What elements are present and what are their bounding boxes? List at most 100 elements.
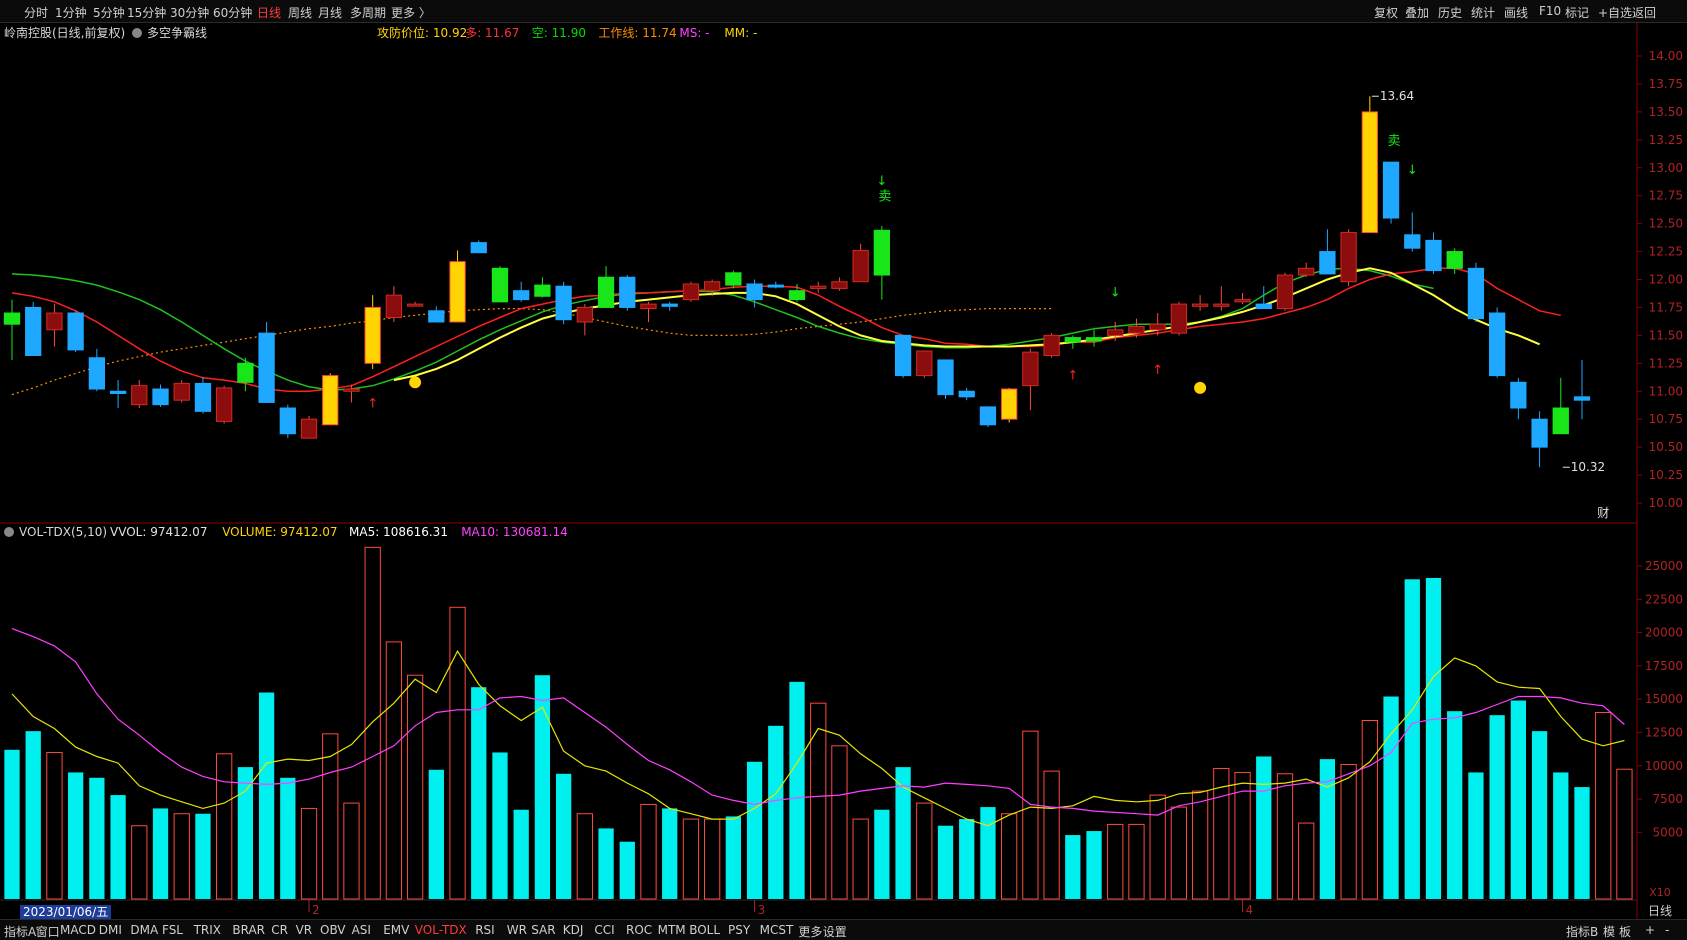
candle-body (873, 229, 891, 276)
candle-body (1276, 274, 1294, 310)
volume-bar-down (1510, 700, 1526, 899)
candle-body (1191, 303, 1209, 307)
volume-bar-up (1595, 712, 1612, 900)
volume-bar-down (746, 761, 763, 899)
candle-body (703, 281, 721, 292)
indicator-tab[interactable]: TRIX (194, 923, 221, 937)
volume-bar-down (4, 749, 20, 899)
indicator-tab[interactable]: PSY (728, 923, 750, 937)
candle-body (152, 388, 169, 406)
candle-body (1552, 407, 1569, 435)
candle-body (619, 276, 636, 308)
indicator-tab[interactable]: RSI (475, 923, 495, 937)
candle-body (1340, 232, 1357, 283)
volume-tick-label: 22500 (1645, 592, 1683, 606)
candle-body (1446, 251, 1463, 269)
volume-bar-down (237, 767, 254, 899)
vol-indicator-value: VOLUME: 97412.07 (222, 525, 337, 539)
candle-body (1107, 329, 1124, 336)
indicator-tab[interactable]: CCI (594, 923, 614, 937)
candle-body (1467, 267, 1485, 320)
indicator-tab[interactable]: VR (296, 923, 313, 937)
price-tick-label: 11.50 (1649, 328, 1683, 342)
candle-body (894, 334, 912, 377)
vol-indicator-name: VOL-TDX(5,10) (19, 525, 107, 539)
candle-body (1425, 239, 1442, 272)
volume-bar-down (725, 816, 741, 899)
vol-indicator-value: VVOL: 97412.07 (110, 525, 207, 539)
up-arrow-icon: ↑ (367, 396, 378, 411)
up-arrow-icon: ↑ (1067, 368, 1078, 383)
indicator-tab[interactable]: MCST (760, 923, 794, 937)
candle-body (1531, 418, 1548, 448)
volume-bar-up (173, 813, 190, 900)
volume-tick-label: 15000 (1645, 692, 1683, 706)
volume-bar-down (68, 772, 84, 899)
volume-bar-up (1191, 790, 1209, 900)
candle-body (300, 418, 318, 439)
sell-signal-label: 卖 (878, 190, 891, 205)
candle-body (88, 357, 106, 390)
volume-bar-down (959, 819, 975, 899)
volume-bar-down (258, 692, 275, 899)
price-tick-label: 13.50 (1649, 105, 1683, 119)
indicator-tab[interactable]: 更多 (798, 923, 822, 940)
volume-bar-up (1149, 794, 1166, 900)
indicator-tab[interactable]: 窗口 (36, 923, 60, 940)
indicator-tab[interactable]: OBV (320, 923, 346, 937)
indicator-tab[interactable]: WR (507, 923, 527, 937)
sell-signal-label: 卖 (1388, 134, 1401, 149)
indicator-tab[interactable]: BOLL (689, 923, 720, 937)
candle-body (640, 303, 657, 310)
indicator-tab[interactable]: EMV (383, 923, 409, 937)
indicator-tab[interactable]: DMI (99, 923, 122, 937)
indicator-tab[interactable]: SAR (531, 923, 555, 937)
vol-dropdown-icon[interactable] (4, 527, 14, 537)
indicator-tab[interactable]: KDJ (563, 923, 584, 937)
indicator-tab-right[interactable]: 模 (1603, 923, 1615, 940)
volume-bar-up (1298, 822, 1315, 900)
candle-body (449, 261, 466, 323)
indicator-tab[interactable]: BRAR (232, 923, 265, 937)
candle-body (1085, 337, 1103, 342)
volume-bar-up (1170, 806, 1188, 900)
volume-bar-up (385, 641, 403, 900)
candle-body (1488, 312, 1506, 377)
price-tick-label: 14.00 (1649, 49, 1683, 63)
indicator-tab[interactable]: ROC (626, 923, 652, 937)
volume-bar-up (216, 753, 233, 900)
indicator-tab[interactable]: CR (271, 923, 288, 937)
volume-bar-down (1531, 731, 1548, 899)
volume-bar-down (110, 795, 126, 899)
indicator-tab[interactable]: DMA (130, 923, 158, 937)
indicator-dropdown-icon[interactable] (132, 28, 142, 38)
indicator-tab-right[interactable]: 指标B (1566, 923, 1598, 940)
indicator-tab-right[interactable]: 板 (1619, 923, 1631, 940)
indicator-tab[interactable]: 设置 (823, 923, 847, 940)
candle-body (237, 362, 254, 383)
volume-bar-down (1404, 579, 1420, 899)
indicator-tab[interactable]: VOL-TDX (415, 923, 467, 937)
candle-body (322, 375, 339, 426)
candle-body (173, 382, 190, 401)
volume-bar-up (46, 751, 63, 900)
indicator-tab-right[interactable]: - (1665, 923, 1669, 937)
high-price-label: 13.64 (1380, 89, 1414, 103)
indicator-tab[interactable]: FSL (162, 923, 183, 937)
volume-tick-label: 12500 (1645, 725, 1683, 739)
indicator-tabbar: 指标A 窗口 MACD DMI DMA FSL TRIX BRAR CR VR OBV ASI EMV V… (0, 919, 1687, 940)
volume-bar-up (1107, 823, 1124, 900)
candle-body (555, 285, 572, 321)
volume-bar-up (1616, 768, 1633, 900)
indicator-tab[interactable]: ASI (352, 923, 371, 937)
indicator-tab[interactable]: MTM (658, 923, 686, 937)
volume-bar-down (598, 828, 614, 899)
volume-ma10-line (11, 628, 1625, 816)
indicator-tab-right[interactable]: + (1645, 923, 1655, 937)
indicator-tab[interactable]: 指标A (4, 923, 36, 940)
volume-bar-down (1256, 756, 1272, 899)
stock-title: 岭南控股(日线,前复权) (4, 25, 125, 40)
candle-body (810, 285, 827, 289)
indicator-tab[interactable]: MACD (60, 923, 96, 937)
candle-body (194, 382, 212, 412)
